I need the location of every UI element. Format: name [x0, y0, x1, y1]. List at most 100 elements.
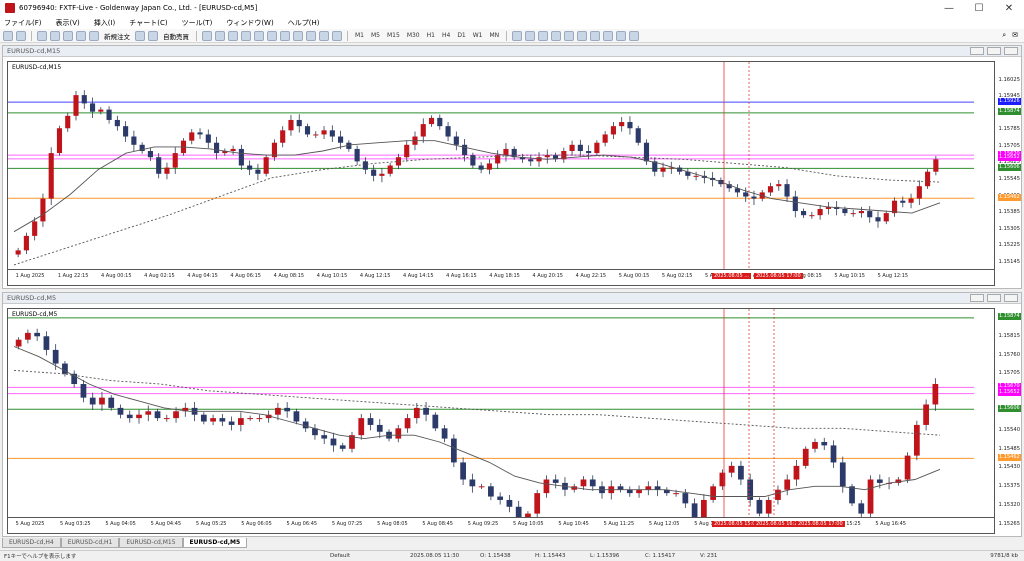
- terminal-icon[interactable]: [76, 30, 86, 41]
- chart-shift-icon[interactable]: [293, 30, 303, 41]
- horizontal-line-icon[interactable]: [551, 30, 562, 41]
- tile-windows-icon[interactable]: [267, 30, 277, 41]
- bar-chart-icon[interactable]: [202, 30, 212, 41]
- autoscroll-icon[interactable]: [280, 30, 290, 41]
- zoom-in-icon[interactable]: [241, 30, 251, 41]
- candle-body: [441, 428, 448, 439]
- close-icon[interactable]: ✕: [994, 3, 1024, 14]
- window-restore-button[interactable]: [987, 294, 1001, 302]
- arrows-icon[interactable]: [629, 30, 640, 41]
- candle-body: [321, 130, 327, 135]
- tf-h4[interactable]: H4: [440, 32, 452, 39]
- price-level-tag: 1.15874: [998, 313, 1021, 321]
- candle-body: [387, 165, 393, 174]
- candlestick-icon[interactable]: [215, 30, 225, 41]
- candle-body: [543, 479, 550, 494]
- tf-m5[interactable]: M5: [369, 32, 382, 39]
- navigator-icon[interactable]: [63, 30, 73, 41]
- text-icon[interactable]: [603, 30, 614, 41]
- crosshair-icon[interactable]: [525, 30, 536, 41]
- candle-body: [610, 126, 616, 135]
- tab-m5[interactable]: EURUSD-cd,M5: [182, 538, 248, 548]
- menu-window[interactable]: ウィンドウ(W): [226, 18, 273, 28]
- menu-tools[interactable]: ツール(T): [182, 18, 213, 28]
- candle-body: [643, 142, 650, 162]
- candle-body: [321, 435, 328, 439]
- candle-body: [617, 486, 624, 490]
- candle-body: [432, 414, 439, 429]
- templates-icon[interactable]: [332, 30, 342, 41]
- chat-icon[interactable]: ✉: [1012, 31, 1018, 40]
- maximize-icon[interactable]: ☐: [964, 3, 994, 14]
- window-close-button[interactable]: [1004, 294, 1018, 302]
- time-tick: 5 Aug 02:15: [661, 273, 693, 279]
- candle-body: [136, 414, 142, 419]
- tf-h1[interactable]: H1: [425, 32, 437, 39]
- market-watch-icon[interactable]: [37, 30, 47, 41]
- zoom-out-icon[interactable]: [254, 30, 264, 41]
- menu-insert[interactable]: 挿入(I): [94, 18, 116, 28]
- time-tick: 5 Aug 05:25: [195, 521, 227, 527]
- menu-help[interactable]: ヘルプ(H): [288, 18, 320, 28]
- candle-body: [812, 441, 818, 449]
- candle-body: [123, 126, 129, 137]
- tf-w1[interactable]: W1: [471, 32, 485, 39]
- meta-editor-icon[interactable]: [135, 30, 145, 41]
- vertical-line-icon[interactable]: [538, 30, 549, 41]
- candle-body: [913, 424, 920, 456]
- signals-icon[interactable]: [148, 30, 158, 41]
- new-chart-icon[interactable]: [3, 30, 13, 41]
- candle-body: [65, 115, 71, 129]
- time-tick: 5 Aug 10:45: [558, 521, 589, 527]
- tf-m1[interactable]: M1: [353, 32, 366, 39]
- window-restore-button[interactable]: [987, 47, 1001, 55]
- label-icon[interactable]: [616, 30, 627, 41]
- candle-body: [275, 407, 281, 415]
- minimize-icon[interactable]: —: [934, 3, 964, 14]
- candle-body: [200, 414, 207, 422]
- menu-chart[interactable]: チャート(C): [129, 18, 167, 28]
- window-close-button[interactable]: [1004, 47, 1018, 55]
- candle-body: [925, 171, 931, 187]
- time-tick: 5 Aug 04:45: [150, 521, 182, 527]
- time-tick: 4 Aug 02:15: [144, 273, 175, 279]
- profiles-icon[interactable]: [16, 30, 26, 41]
- candle-body: [437, 117, 443, 127]
- tester-icon[interactable]: [89, 30, 99, 41]
- tab-h1[interactable]: EURUSD-cd,H1: [60, 538, 120, 548]
- status-profile: Default: [330, 553, 351, 559]
- search-icon[interactable]: ⌕: [1002, 31, 1006, 40]
- new-order-button[interactable]: 新規注文: [102, 31, 132, 41]
- tab-m15[interactable]: EURUSD-cd,M15: [119, 538, 183, 548]
- cursor-icon[interactable]: [512, 30, 523, 41]
- tf-m15[interactable]: M15: [385, 32, 402, 39]
- time-tick: 5 Aug 03:25: [60, 521, 91, 527]
- price-tick: 1.15485: [998, 445, 1020, 452]
- price-tick: 1.15705: [998, 370, 1020, 377]
- candle-body: [765, 499, 772, 514]
- trendline-icon[interactable]: [564, 30, 575, 41]
- menu-view[interactable]: 表示(V): [56, 18, 80, 28]
- candle-body: [81, 95, 87, 104]
- tab-h4[interactable]: EURUSD-cd,H4: [2, 538, 61, 548]
- tf-m30[interactable]: M30: [405, 32, 422, 39]
- tf-mn[interactable]: MN: [488, 32, 502, 39]
- fibonacci-icon[interactable]: [590, 30, 601, 41]
- price-chart-upper[interactable]: EURUSD-cd,M15 1 Aug 2025 1 Aug 22:15 4 Aug…: [7, 61, 995, 286]
- data-window-icon[interactable]: [50, 30, 60, 41]
- indicators-icon[interactable]: [306, 30, 316, 41]
- candle-body: [263, 157, 269, 174]
- auto-trade-button[interactable]: 自動売買: [161, 31, 191, 41]
- periods-icon[interactable]: [319, 30, 329, 41]
- menu-file[interactable]: ファイル(F): [4, 18, 42, 28]
- candle-body: [792, 196, 798, 212]
- window-minimize-button[interactable]: [970, 47, 984, 55]
- window-minimize-button[interactable]: [970, 294, 984, 302]
- candle-body: [131, 136, 137, 145]
- channel-icon[interactable]: [577, 30, 588, 41]
- price-chart-lower[interactable]: EURUSD-cd,M5 5 Aug 2025 5 Aug 03:25 5 Aug …: [7, 308, 995, 534]
- time-tick: 5 Aug 2025: [15, 521, 45, 527]
- candle-body: [589, 479, 596, 487]
- line-chart-icon[interactable]: [228, 30, 238, 41]
- tf-d1[interactable]: D1: [455, 32, 467, 39]
